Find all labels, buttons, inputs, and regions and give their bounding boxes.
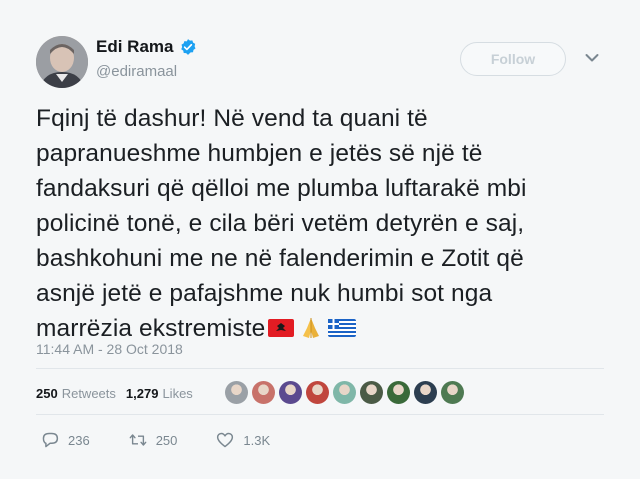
tweet-text-line: marrëzia ekstremiste [36,315,266,342]
handle[interactable]: @ediramaal [96,63,177,80]
tweet-actions: 236 250 1.3K [40,431,308,449]
reply-icon [42,432,59,448]
retweet-action[interactable]: 250 [128,431,178,449]
retweet-count: 250 [155,432,178,448]
reply-count: 236 [68,432,90,448]
retweets-label: Retweets [61,386,116,401]
albania-flag-icon [268,319,295,337]
liker-avatar[interactable] [387,381,410,404]
retweets-count: 250 [36,386,58,401]
name-row: Edi Rama [96,37,197,57]
tweet-text-line: fandaksuri që qëlloi me plumba luftarakë… [36,175,527,202]
avatar-image [36,36,88,88]
heart-icon [217,432,234,448]
reply-action[interactable]: 236 [40,431,90,449]
liker-avatar[interactable] [441,381,464,404]
likes-count: 1,279 [125,386,159,401]
display-name[interactable]: Edi Rama [96,37,173,57]
liker-avatar[interactable] [306,381,329,404]
tweet-text-line: asnjë jetë e pafajshme nuk humbi sot nga [36,280,493,307]
likes-stat[interactable]: 1,279 Likes [126,386,193,401]
liker-avatar[interactable] [333,381,356,404]
folded-hands-icon [303,318,320,338]
tweet-text-line: policinë tonë, e cila bëri vetëm detyrën… [36,210,525,237]
greece-flag-icon [328,319,357,337]
avatar[interactable] [36,36,88,88]
divider [36,368,604,369]
liker-avatar[interactable] [252,381,275,404]
liker-avatar[interactable] [360,381,383,404]
likers-avatars [225,381,464,404]
liker-avatar[interactable] [279,381,302,404]
retweet-icon [129,434,147,446]
tweet-text-line: Fqinj të dashur! Në vend ta quani të [36,105,428,132]
retweets-stat[interactable]: 250 Retweets [36,386,116,401]
like-count: 1.3K [243,432,271,448]
tweet-card: Edi Rama @ediramaal Follow Fqinj të dash… [0,0,640,479]
timestamp[interactable]: 11:44 AM - 28 Oct 2018 [36,341,183,357]
engagement-stats: 250 Retweets 1,279 Likes [36,386,193,401]
likes-label: Likes [162,386,193,401]
tweet-text: Fqinj të dashur! Në vend ta quani të pap… [36,101,616,346]
chevron-down-icon[interactable] [585,53,599,63]
follow-button[interactable]: Follow [460,42,566,76]
liker-avatar[interactable] [225,381,248,404]
verified-badge-icon [181,39,196,55]
divider [36,414,604,415]
tweet-text-line: bashkohuni me ne në falenderimin e Zotit… [36,245,524,272]
tweet-text-line: papranueshme humbjen e jetës së një të [36,140,483,167]
like-action[interactable]: 1.3K [215,431,270,449]
liker-avatar[interactable] [414,381,437,404]
